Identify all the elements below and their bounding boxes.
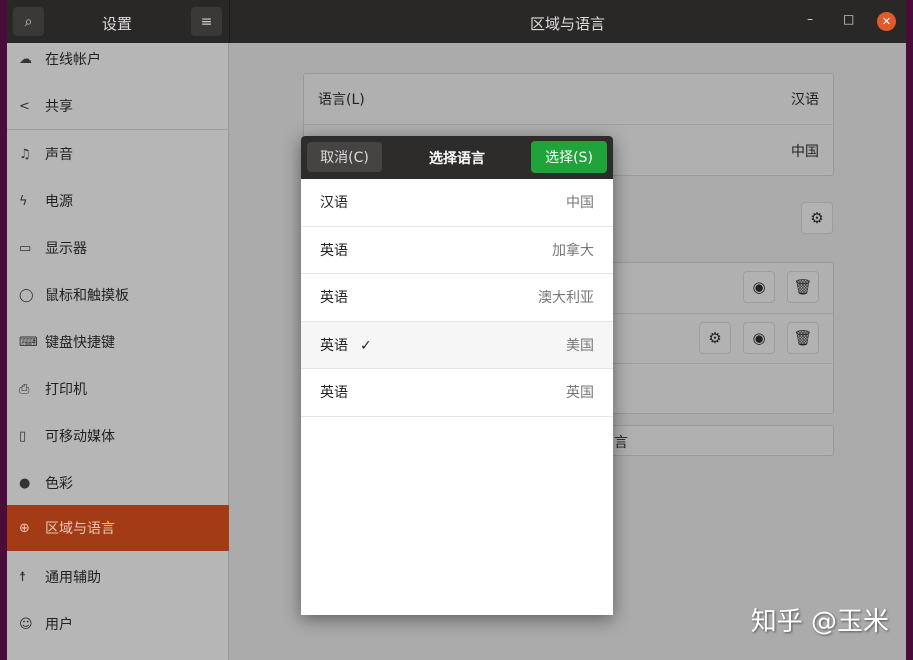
- share-icon: <: [19, 98, 30, 114]
- sidebar-item[interactable]: ▭ 显示器: [7, 225, 229, 271]
- preview-button[interactable]: ◉: [743, 271, 775, 303]
- watermark: 知乎 @玉米: [750, 607, 889, 637]
- sidebar-item[interactable]: < 共享: [7, 83, 229, 129]
- music-note-icon: ♫: [19, 146, 31, 162]
- region-name: 中国: [566, 195, 594, 212]
- region-name: 美国: [566, 337, 594, 354]
- dialog-title: 选择语言: [429, 151, 485, 167]
- cancel-button[interactable]: 取消(C): [307, 142, 382, 172]
- preview-button[interactable]: ◉: [743, 322, 775, 354]
- menu-button[interactable]: ≡: [191, 7, 222, 36]
- language-list-item[interactable]: 英语 澳大利亚: [301, 274, 613, 322]
- checkmark-icon: ✓: [360, 337, 372, 354]
- sidebar-item-label: 声音: [45, 147, 73, 163]
- input-source-settings-button[interactable]: ⚙: [801, 202, 833, 234]
- hamburger-icon: ≡: [200, 13, 213, 30]
- trash-icon: 🗑: [793, 329, 813, 347]
- sidebar-item[interactable]: ☨ 通用辅助: [7, 554, 229, 600]
- sidebar-item[interactable]: ● 色彩: [7, 460, 229, 506]
- language-name: 英语: [320, 290, 348, 307]
- eye-icon: ◉: [752, 278, 766, 296]
- sidebar-item-label: 通用辅助: [45, 570, 101, 586]
- sidebar-item[interactable]: ⊕ 区域与语言: [7, 505, 229, 551]
- power-icon: ϟ: [19, 193, 28, 209]
- dialog-header: 取消(C) 选择语言 选择(S): [301, 136, 613, 179]
- search-icon: ⌕: [24, 13, 33, 30]
- select-button[interactable]: 选择(S): [531, 141, 607, 173]
- sidebar-item-label: 鼠标和触摸板: [45, 288, 129, 304]
- printer-icon: ⎙: [19, 381, 30, 397]
- sidebar-item-label: 共享: [45, 99, 73, 115]
- sidebar-item[interactable]: ♫ 声音: [7, 131, 229, 177]
- formats-value: 中国: [791, 143, 819, 160]
- select-language-dialog: 取消(C) 选择语言 选择(S) 汉语 中国 英语 加拿大 英语 澳大利亚 英语 ✓ 美国 英语英…: [301, 136, 613, 615]
- user-icon: ☺: [19, 616, 33, 632]
- language-row[interactable]: 语言(L) 汉语: [304, 74, 833, 125]
- sidebar-item-label: 显示器: [45, 241, 87, 257]
- region-name: 澳大利亚: [538, 290, 594, 307]
- sidebar: ☁ 在线帐户 < 共享 ♫ 声音 ϟ 电源 ▭ 显示器 ◯ 鼠标和触摸板 ⌨ 键盘快捷键 ⎙ 打印机 ▯ 可移动媒…: [7, 43, 229, 660]
- language-name: 英语: [320, 242, 348, 259]
- sidebar-title: 设置: [101, 15, 132, 33]
- language-list: 汉语 中国 英语 加拿大 英语 澳大利亚 英语 ✓ 美国 英语 英国: [301, 179, 613, 417]
- sidebar-item[interactable]: ◯ 鼠标和触摸板: [7, 272, 229, 318]
- sidebar-item-label: 可移动媒体: [45, 429, 115, 445]
- region-name: 英国: [566, 385, 594, 402]
- maximize-button[interactable]: □: [843, 12, 854, 26]
- language-value: 汉语: [791, 92, 819, 108]
- sidebar-item-label: 在线帐户: [45, 52, 101, 68]
- sidebar-item-label: 色彩: [45, 476, 73, 492]
- remove-button[interactable]: 🗑: [787, 271, 819, 303]
- minimize-button[interactable]: –: [807, 12, 813, 26]
- sidebar-item-label: 用户: [45, 617, 73, 633]
- language-list-item[interactable]: 英语 英国: [301, 369, 613, 417]
- eye-icon: ◉: [752, 329, 766, 347]
- close-button[interactable]: ✕: [877, 12, 896, 31]
- sidebar-item-label: 键盘快捷键: [45, 335, 115, 351]
- mouse-icon: ◯: [19, 287, 34, 303]
- sidebar-item[interactable]: ⎙ 打印机: [7, 366, 229, 412]
- language-list-item[interactable]: 汉语 中国: [301, 179, 613, 227]
- sidebar-item[interactable]: ⌨ 键盘快捷键: [7, 319, 229, 365]
- cloud-icon: ☁: [19, 51, 32, 67]
- language-label: 语言(L): [318, 92, 365, 108]
- language-name: 汉语: [320, 195, 348, 212]
- accessibility-icon: ☨: [19, 569, 27, 585]
- sidebar-item-label: 电源: [45, 194, 73, 210]
- sidebar-item[interactable]: ☁ 在线帐户: [7, 36, 229, 82]
- sidebar-item[interactable]: ϟ 电源: [7, 178, 229, 224]
- gear-icon: ⚙: [708, 329, 722, 347]
- sidebar-item[interactable]: ☺ 用户: [7, 601, 229, 647]
- keyboard-icon: ⌨: [19, 334, 38, 350]
- language-name: 英语: [320, 337, 348, 354]
- display-icon: ▭: [19, 240, 32, 256]
- search-button[interactable]: ⌕: [13, 7, 44, 36]
- input-settings-button[interactable]: ⚙: [699, 322, 731, 354]
- color-icon: ●: [19, 475, 31, 491]
- removable-media-icon: ▯: [19, 428, 27, 444]
- language-list-item[interactable]: 英语 加拿大: [301, 227, 613, 274]
- language-list-item[interactable]: 英语 ✓ 美国: [301, 321, 613, 369]
- language-name: 英语: [320, 385, 348, 402]
- gear-icon: ⚙: [810, 209, 824, 227]
- region-name: 加拿大: [552, 242, 594, 259]
- sidebar-item-label: 打印机: [45, 382, 87, 398]
- remove-button[interactable]: 🗑: [787, 322, 819, 354]
- trash-icon: 🗑: [793, 278, 813, 296]
- globe-icon: ⊕: [19, 520, 30, 536]
- sidebar-item[interactable]: ▯ 可移动媒体: [7, 413, 229, 459]
- sidebar-item-label: 区域与语言: [45, 521, 115, 537]
- window-title: 区域与语言: [529, 15, 605, 33]
